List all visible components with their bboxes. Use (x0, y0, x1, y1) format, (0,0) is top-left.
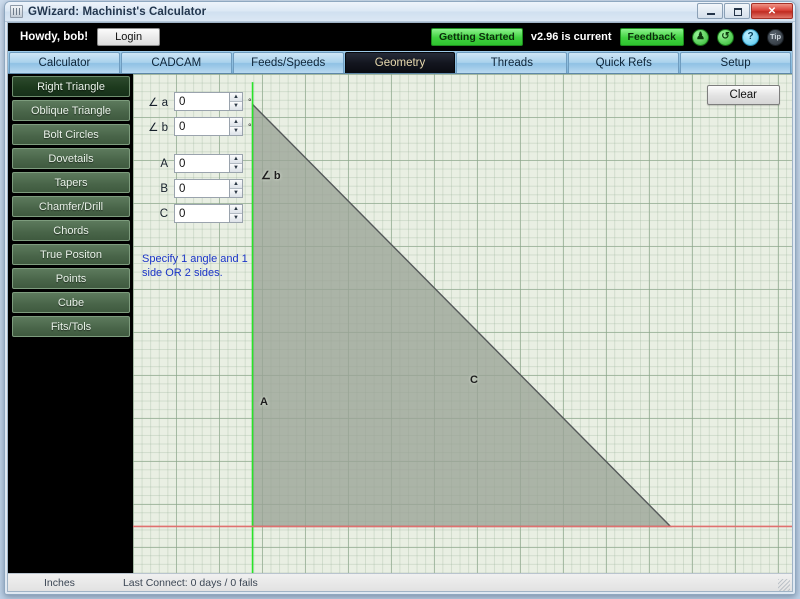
tab-quick-refs[interactable]: Quick Refs (568, 52, 679, 73)
resize-grip[interactable] (778, 579, 790, 591)
side-a-spin-down[interactable]: ▼ (230, 164, 242, 172)
angle-b-input[interactable] (174, 117, 229, 136)
tab-calculator[interactable]: Calculator (9, 52, 120, 73)
feedback-button[interactable]: Feedback (620, 28, 684, 46)
angle-a-stepper: ▲ ▼ (174, 92, 243, 111)
angle-b-unit: ° (248, 122, 252, 132)
status-last-connect: Last Connect: 0 days / 0 fails (123, 577, 258, 589)
app-window: GWizard: Machinist's Calculator ✕ Howdy,… (4, 1, 796, 595)
sidebar-item-chamfer-drill[interactable]: Chamfer/Drill (12, 196, 130, 217)
angle-b-stepper: ▲ ▼ (174, 117, 243, 136)
window-title: GWizard: Machinist's Calculator (28, 6, 206, 18)
angle-a-spin-up[interactable]: ▲ (230, 93, 242, 102)
tab-threads[interactable]: Threads (456, 52, 567, 73)
side-a-spin-buttons: ▲ ▼ (229, 154, 243, 173)
window-controls: ✕ (697, 3, 793, 19)
angle-b-spin-down[interactable]: ▼ (230, 127, 242, 135)
sidebar-item-points[interactable]: Points (12, 268, 130, 289)
sidebar-item-bolt-circles[interactable]: Bolt Circles (12, 124, 130, 145)
field-row-side-b: B ▲ ▼ (138, 179, 252, 198)
field-row-side-c: C ▲ ▼ (138, 204, 252, 223)
maximize-button[interactable] (724, 3, 750, 19)
angle-a-input[interactable] (174, 92, 229, 111)
side-b-spin-down[interactable]: ▼ (230, 189, 242, 197)
close-icon: ✕ (752, 8, 792, 16)
tab-setup[interactable]: Setup (680, 52, 791, 73)
greeting-text: Howdy, bob! (20, 31, 88, 43)
tab-geometry[interactable]: Geometry (345, 52, 456, 73)
side-c-spin-up[interactable]: ▲ (230, 205, 242, 214)
minimize-icon (707, 13, 715, 15)
title-bar: GWizard: Machinist's Calculator ✕ (5, 2, 795, 22)
sidebar-item-cube[interactable]: Cube (12, 292, 130, 313)
side-a-stepper: ▲ ▼ (174, 154, 243, 173)
side-b-spin-buttons: ▲ ▼ (229, 179, 243, 198)
side-c-spin-down[interactable]: ▼ (230, 214, 242, 222)
angle-b-spin-buttons: ▲ ▼ (229, 117, 243, 136)
side-b-input[interactable] (174, 179, 229, 198)
angle-b-label: ∠ b (138, 120, 168, 134)
geometry-sidebar: Right Triangle Oblique Triangle Bolt Cir… (8, 74, 133, 573)
sidebar-item-right-triangle[interactable]: Right Triangle (12, 76, 130, 97)
angle-a-spin-buttons: ▲ ▼ (229, 92, 243, 111)
side-c-input[interactable] (174, 204, 229, 223)
side-b-stepper: ▲ ▼ (174, 179, 243, 198)
sidebar-item-tapers[interactable]: Tapers (12, 172, 130, 193)
app-window-icon (10, 5, 23, 18)
triangle-input-form: ∠ a ▲ ▼ ° ∠ b (138, 92, 252, 229)
tab-cadcam[interactable]: CADCAM (121, 52, 232, 73)
sidebar-item-chords[interactable]: Chords (12, 220, 130, 241)
sidebar-item-true-position[interactable]: True Positon (12, 244, 130, 265)
minimize-button[interactable] (697, 3, 723, 19)
angle-b-spin-up[interactable]: ▲ (230, 118, 242, 127)
login-button[interactable]: Login (97, 28, 160, 46)
field-row-angle-b: ∠ b ▲ ▼ ° (138, 117, 252, 136)
sidebar-item-dovetails[interactable]: Dovetails (12, 148, 130, 169)
app-header: Howdy, bob! Login Getting Started v2.96 … (8, 23, 792, 51)
tab-feeds-speeds[interactable]: Feeds/Speeds (233, 52, 344, 73)
side-a-spin-up[interactable]: ▲ (230, 155, 242, 164)
status-bar: Inches Last Connect: 0 days / 0 fails (8, 573, 792, 591)
version-status-text: v2.96 is current (531, 31, 612, 43)
tip-icon[interactable]: Tip (767, 29, 784, 46)
field-row-side-a: A ▲ ▼ (138, 154, 252, 173)
getting-started-button[interactable]: Getting Started (431, 28, 523, 46)
angle-a-label: ∠ a (138, 95, 168, 109)
main-tab-bar: Calculator CADCAM Feeds/Speeds Geometry … (8, 51, 792, 74)
clear-button[interactable]: Clear (707, 85, 780, 105)
vertex-label-angle-b: ∠ b (261, 169, 281, 182)
side-c-spin-buttons: ▲ ▼ (229, 204, 243, 223)
side-label-a: A (260, 396, 268, 408)
side-c-label: C (138, 208, 168, 220)
form-hint-text: Specify 1 angle and 1 side OR 2 sides. (142, 252, 262, 280)
content-body: Right Triangle Oblique Triangle Bolt Cir… (8, 74, 792, 573)
side-a-label: A (138, 158, 168, 170)
side-b-label: B (138, 183, 168, 195)
header-right-group: Getting Started v2.96 is current Feedbac… (431, 28, 784, 46)
community-icon[interactable]: ♟ (692, 29, 709, 46)
status-units: Inches (44, 577, 75, 589)
help-icon[interactable]: ? (742, 29, 759, 46)
close-button[interactable]: ✕ (751, 3, 793, 19)
side-a-input[interactable] (174, 154, 229, 173)
sidebar-item-fits-tols[interactable]: Fits/Tols (12, 316, 130, 337)
refresh-icon[interactable]: ↺ (717, 29, 734, 46)
geometry-panel: ∠ b ∠ a A B C Clear ∠ a ▲ ▼ (133, 74, 792, 573)
window-client-area: Howdy, bob! Login Getting Started v2.96 … (7, 22, 793, 592)
angle-a-spin-down[interactable]: ▼ (230, 102, 242, 110)
side-b-spin-up[interactable]: ▲ (230, 180, 242, 189)
sidebar-item-oblique-triangle[interactable]: Oblique Triangle (12, 100, 130, 121)
side-c-stepper: ▲ ▼ (174, 204, 243, 223)
maximize-icon (734, 8, 742, 16)
angle-a-unit: ° (248, 97, 252, 107)
side-label-c: C (470, 374, 478, 386)
field-row-angle-a: ∠ a ▲ ▼ ° (138, 92, 252, 111)
